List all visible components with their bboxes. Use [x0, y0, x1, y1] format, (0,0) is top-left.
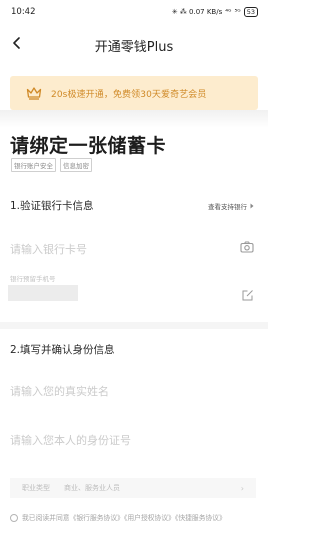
network-signal-1: ⁴ᴳ	[225, 8, 232, 16]
chevron-right-icon	[250, 203, 254, 209]
section-divider	[0, 322, 268, 329]
battery-indicator: 53	[243, 7, 258, 17]
promo-banner[interactable]: 20s极速开通，免费领30天爱奇艺会员	[10, 76, 258, 110]
edit-icon[interactable]	[242, 289, 254, 301]
status-bar: 10:42 ✳ ⁂ 0.07 KB/s ⁴ᴳ ⁵ᴳ 53	[0, 0, 268, 24]
card-number-input[interactable]: 请输入银行卡号	[10, 241, 254, 257]
agreement-checkbox[interactable]	[10, 514, 18, 522]
occupation-label: 职业类型	[22, 484, 50, 492]
supported-banks-label: 查看支持银行	[208, 203, 247, 211]
supported-banks-link[interactable]: 查看支持银行	[208, 201, 254, 211]
phone-input[interactable]	[8, 285, 78, 301]
status-icons: ✳ ⁂ 0.07 KB/s ⁴ᴳ ⁵ᴳ 53	[172, 7, 258, 17]
security-tags: 银行账户安全 信息加密	[11, 158, 92, 172]
promo-shadow	[0, 110, 268, 128]
agreement-text: 我已阅读并同意《银行服务协议》《用户授权协议》《快捷服务协议》	[22, 514, 226, 522]
tag-account-security: 银行账户安全	[11, 158, 56, 172]
status-indicators: ✳ ⁂ 0.07 KB/s	[171, 8, 223, 16]
camera-scan-icon[interactable]	[240, 241, 254, 253]
nav-bar: 开通零钱Plus	[0, 28, 268, 62]
section-identity-title: 2.填写并确认身份信息	[10, 344, 115, 356]
crown-icon	[26, 87, 42, 100]
chevron-right-icon: ›	[240, 483, 244, 493]
tag-encryption: 信息加密	[60, 158, 92, 172]
section-verify-card-title: 1.验证银行卡信息	[10, 200, 94, 212]
promo-text: 20s极速开通，免费领30天爱奇艺会员	[51, 89, 207, 100]
status-time: 10:42	[11, 7, 36, 17]
agreement-row[interactable]: 我已阅读并同意《银行服务协议》《用户授权协议》《快捷服务协议》	[10, 513, 256, 523]
occupation-value: 商业、服务业人员	[64, 484, 120, 492]
card-title: 请绑定一张储蓄卡	[10, 135, 167, 157]
page-title: 开通零钱Plus	[94, 40, 174, 55]
real-name-input[interactable]: 请输入您的真实姓名	[10, 383, 254, 399]
occupation-select[interactable]: 职业类型 商业、服务业人员 ›	[10, 478, 256, 498]
network-signal-2: ⁵ᴳ	[234, 8, 241, 16]
id-number-input[interactable]: 请输入您本人的身份证号	[10, 432, 254, 448]
phone-field-label: 银行预留手机号	[10, 275, 56, 283]
